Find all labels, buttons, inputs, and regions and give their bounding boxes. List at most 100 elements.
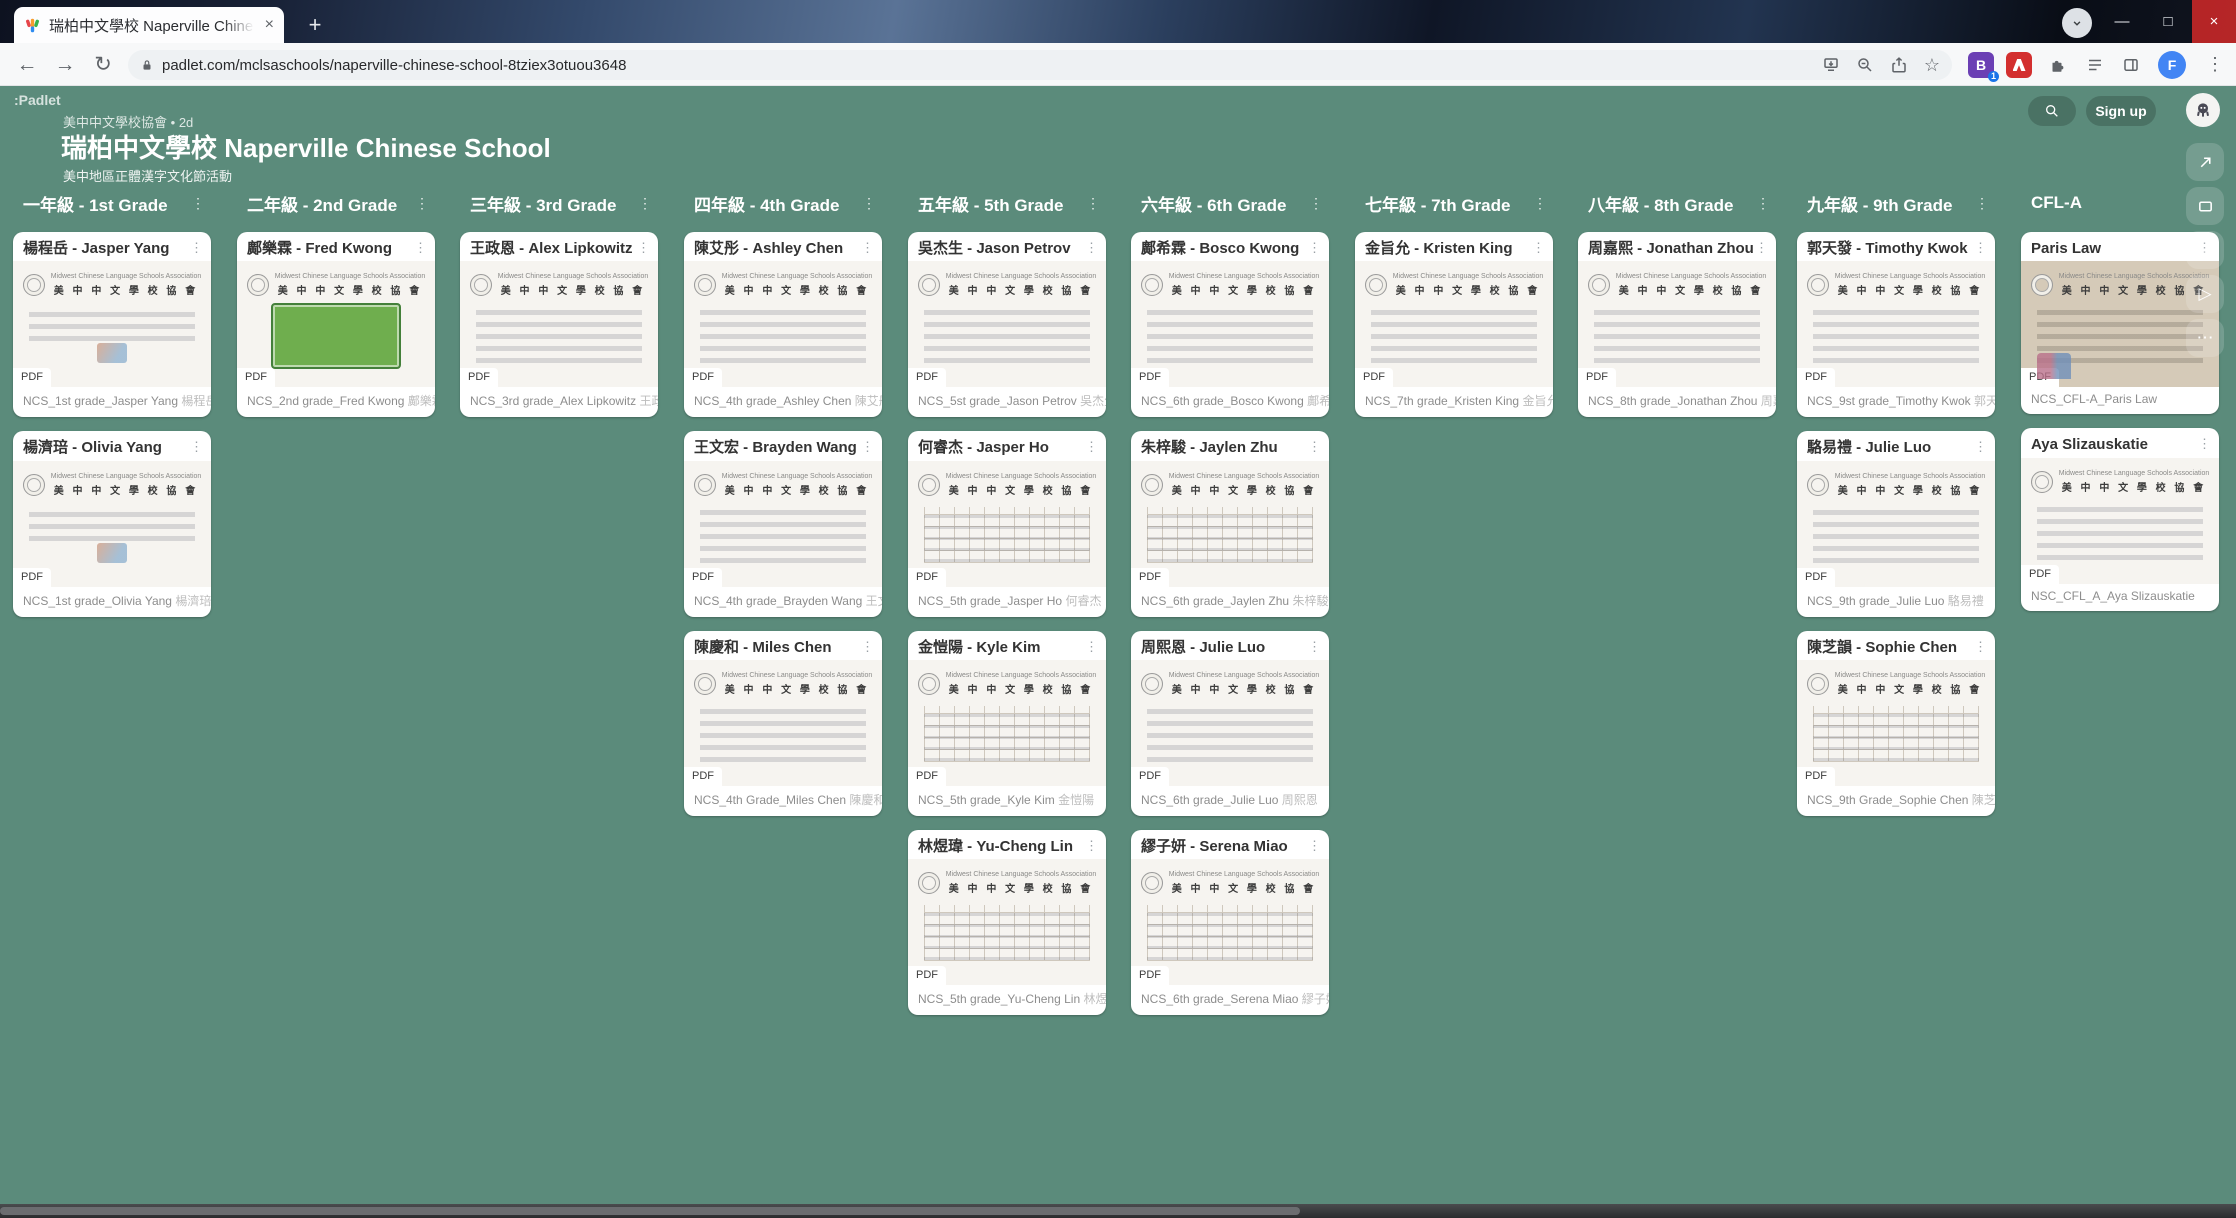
- scrollbar-thumb[interactable]: [0, 1207, 1300, 1215]
- slideshow-button[interactable]: [2186, 187, 2224, 225]
- post-card[interactable]: 陳芝韻 - Sophie Chen⋮ Midwest Chinese Langu…: [1797, 631, 1995, 816]
- post-attachment-preview[interactable]: Midwest Chinese Language Schools Associa…: [1797, 261, 1995, 387]
- reading-list-icon[interactable]: [2076, 43, 2114, 86]
- column-menu-icon[interactable]: ⋮: [415, 195, 429, 212]
- post-menu-icon[interactable]: ⋮: [1085, 838, 1098, 854]
- post-attachment-preview[interactable]: Midwest Chinese Language Schools Associa…: [1131, 660, 1329, 786]
- post-menu-icon[interactable]: ⋮: [190, 240, 203, 256]
- post-attachment-preview[interactable]: Midwest Chinese Language Schools Associa…: [237, 261, 435, 387]
- post-attachment-preview[interactable]: Midwest Chinese Language Schools Associa…: [908, 660, 1106, 786]
- post-menu-icon[interactable]: ⋮: [414, 240, 427, 256]
- column-menu-icon[interactable]: ⋮: [1975, 195, 1989, 212]
- share-board-button[interactable]: [2186, 143, 2224, 181]
- column-menu-icon[interactable]: ⋮: [191, 195, 205, 212]
- share-page-icon[interactable]: [1890, 56, 1908, 74]
- post-attachment-preview[interactable]: Midwest Chinese Language Schools Associa…: [1797, 660, 1995, 786]
- post-menu-icon[interactable]: ⋮: [1308, 639, 1321, 655]
- horizontal-scrollbar[interactable]: [0, 1204, 2236, 1218]
- reload-icon[interactable]: ↻: [84, 43, 122, 86]
- post-menu-icon[interactable]: ⋮: [1755, 240, 1768, 256]
- zoom-control-icon[interactable]: [1856, 56, 1874, 74]
- minimize-button[interactable]: —: [2100, 0, 2144, 43]
- post-attachment-preview[interactable]: Midwest Chinese Language Schools Associa…: [1578, 261, 1776, 387]
- forward-icon[interactable]: →: [46, 43, 84, 86]
- post-menu-icon[interactable]: ⋮: [1308, 240, 1321, 256]
- extension-b-icon[interactable]: B1: [1968, 52, 1994, 78]
- url-text[interactable]: padlet.com/mclsaschools/naperville-chine…: [162, 57, 626, 74]
- post-card[interactable]: 金愷陽 - Kyle Kim⋮ Midwest Chinese Language…: [908, 631, 1106, 816]
- post-attachment-preview[interactable]: Midwest Chinese Language Schools Associa…: [908, 461, 1106, 587]
- close-button[interactable]: ×: [2192, 0, 2236, 43]
- column-menu-icon[interactable]: ⋮: [1309, 195, 1323, 212]
- post-menu-icon[interactable]: ⋮: [861, 240, 874, 256]
- post-menu-icon[interactable]: ⋮: [1308, 838, 1321, 854]
- column-menu-icon[interactable]: ⋮: [862, 195, 876, 212]
- post-card[interactable]: 朱梓駿 - Jaylen Zhu⋮ Midwest Chinese Langua…: [1131, 431, 1329, 616]
- side-panel-icon[interactable]: [2112, 43, 2150, 86]
- browser-menu-icon[interactable]: ⋮: [2200, 43, 2230, 86]
- post-attachment-preview[interactable]: Midwest Chinese Language Schools Associa…: [908, 261, 1106, 387]
- post-card[interactable]: 林煜瑋 - Yu-Cheng Lin⋮ Midwest Chinese Lang…: [908, 830, 1106, 1015]
- more-options-button[interactable]: ⋯: [2186, 319, 2224, 357]
- post-card[interactable]: 郭天發 - Timothy Kwok⋮ Midwest Chinese Lang…: [1797, 232, 1995, 417]
- browser-tab[interactable]: 瑞柏中文學校 Naperville Chinese ×: [14, 7, 284, 43]
- post-card[interactable]: 周熙恩 - Julie Luo⋮ Midwest Chinese Languag…: [1131, 631, 1329, 816]
- post-card[interactable]: 楊濟琣 - Olivia Yang⋮ Midwest Chinese Langu…: [13, 431, 211, 616]
- column-menu-icon[interactable]: ⋮: [1756, 195, 1770, 212]
- post-card[interactable]: 駱易禮 - Julie Luo⋮ Midwest Chinese Languag…: [1797, 431, 1995, 616]
- post-menu-icon[interactable]: ⋮: [1085, 439, 1098, 455]
- post-card[interactable]: 陳艾彤 - Ashley Chen⋮ Midwest Chinese Langu…: [684, 232, 882, 417]
- post-menu-icon[interactable]: ⋮: [861, 439, 874, 455]
- post-card[interactable]: 周嘉熙 - Jonathan Zhou⋮ Midwest Chinese Lan…: [1578, 232, 1776, 417]
- notifications-button[interactable]: [2186, 231, 2224, 269]
- new-tab-button[interactable]: +: [300, 10, 330, 40]
- padlet-logo[interactable]: :Padlet: [14, 92, 61, 108]
- column-menu-icon[interactable]: ⋮: [638, 195, 652, 212]
- signup-button[interactable]: Sign up: [2086, 96, 2156, 126]
- search-button[interactable]: [2028, 96, 2076, 126]
- post-card[interactable]: 王政恩 - Alex Lipkowitz⋮ Midwest Chinese La…: [460, 232, 658, 417]
- post-card[interactable]: Aya Slizauskatie⋮ Midwest Chinese Langua…: [2021, 428, 2219, 610]
- play-button[interactable]: ▷: [2186, 275, 2224, 313]
- extensions-puzzle-icon[interactable]: [2038, 43, 2076, 86]
- post-attachment-preview[interactable]: Midwest Chinese Language Schools Associa…: [684, 261, 882, 387]
- post-menu-icon[interactable]: ⋮: [1974, 439, 1987, 455]
- bookmark-star-icon[interactable]: ☆: [1924, 56, 1940, 74]
- post-card[interactable]: 楊程岳 - Jasper Yang⋮ Midwest Chinese Langu…: [13, 232, 211, 417]
- post-menu-icon[interactable]: ⋮: [1085, 639, 1098, 655]
- post-menu-icon[interactable]: ⋮: [1974, 639, 1987, 655]
- post-attachment-preview[interactable]: Midwest Chinese Language Schools Associa…: [1131, 461, 1329, 587]
- post-menu-icon[interactable]: ⋮: [2198, 436, 2211, 452]
- post-menu-icon[interactable]: ⋮: [861, 639, 874, 655]
- post-attachment-preview[interactable]: Midwest Chinese Language Schools Associa…: [13, 261, 211, 387]
- post-attachment-preview[interactable]: Midwest Chinese Language Schools Associa…: [460, 261, 658, 387]
- post-attachment-preview[interactable]: Midwest Chinese Language Schools Associa…: [1131, 859, 1329, 985]
- post-menu-icon[interactable]: ⋮: [1085, 240, 1098, 256]
- post-attachment-preview[interactable]: Midwest Chinese Language Schools Associa…: [908, 859, 1106, 985]
- back-icon[interactable]: ←: [8, 43, 46, 86]
- post-menu-icon[interactable]: ⋮: [1532, 240, 1545, 256]
- tab-close-icon[interactable]: ×: [265, 17, 274, 33]
- post-menu-icon[interactable]: ⋮: [1974, 240, 1987, 256]
- column-menu-icon[interactable]: ⋮: [1533, 195, 1547, 212]
- post-attachment-preview[interactable]: Midwest Chinese Language Schools Associa…: [684, 660, 882, 786]
- post-attachment-preview[interactable]: Midwest Chinese Language Schools Associa…: [2021, 458, 2219, 584]
- install-app-icon[interactable]: [1822, 56, 1840, 74]
- post-attachment-preview[interactable]: Midwest Chinese Language Schools Associa…: [684, 461, 882, 587]
- post-card[interactable]: 金旨允 - Kristen King⋮ Midwest Chinese Lang…: [1355, 232, 1553, 417]
- address-bar[interactable]: padlet.com/mclsaschools/naperville-chine…: [128, 50, 1952, 80]
- column-menu-icon[interactable]: ⋮: [1086, 195, 1100, 212]
- post-card[interactable]: 鄺希霖 - Bosco Kwong⋮ Midwest Chinese Langu…: [1131, 232, 1329, 417]
- post-attachment-preview[interactable]: Midwest Chinese Language Schools Associa…: [1131, 261, 1329, 387]
- post-card[interactable]: 王文宏 - Brayden Wang⋮ Midwest Chinese Lang…: [684, 431, 882, 616]
- post-menu-icon[interactable]: ⋮: [637, 240, 650, 256]
- post-menu-icon[interactable]: ⋮: [190, 439, 203, 455]
- adobe-acrobat-extension-icon[interactable]: [2006, 52, 2032, 78]
- post-attachment-preview[interactable]: Midwest Chinese Language Schools Associa…: [13, 461, 211, 587]
- tab-search-button[interactable]: [2062, 8, 2092, 38]
- profile-avatar[interactable]: F: [2158, 51, 2186, 79]
- maximize-button[interactable]: □: [2146, 0, 2190, 43]
- post-attachment-preview[interactable]: Midwest Chinese Language Schools Associa…: [1355, 261, 1553, 387]
- user-avatar[interactable]: [2186, 93, 2220, 127]
- post-card[interactable]: 陳慶和 - Miles Chen⋮ Midwest Chinese Langua…: [684, 631, 882, 816]
